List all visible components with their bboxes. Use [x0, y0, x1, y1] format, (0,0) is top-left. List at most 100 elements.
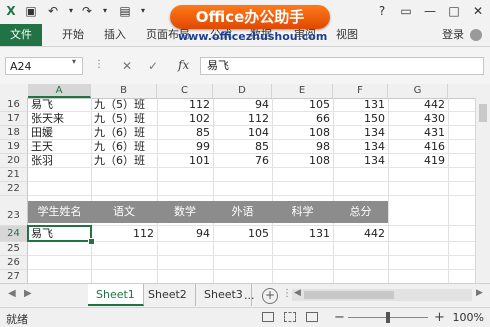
table-cell[interactable]: 张羽: [28, 154, 91, 168]
column-header-c[interactable]: C: [157, 84, 213, 98]
table-cell[interactable]: 田媛: [28, 126, 91, 140]
prev-sheet-icon[interactable]: ◀: [8, 288, 16, 299]
table-cell[interactable]: 134: [333, 126, 388, 140]
zoom-in-button[interactable]: +: [434, 310, 445, 325]
sheet-tab-sheet2[interactable]: Sheet2: [140, 284, 196, 306]
table-cell[interactable]: 131: [272, 227, 333, 241]
table-cell[interactable]: 108: [272, 126, 333, 140]
undo-icon[interactable]: ↶: [46, 4, 60, 18]
table-cell[interactable]: 94: [213, 98, 272, 112]
scroll-right-icon[interactable]: ▶: [476, 288, 483, 298]
spreadsheet-grid[interactable]: A B C D E F G 16 易飞 九（5）班 112 94 105 131…: [0, 84, 490, 283]
table-cell[interactable]: 99: [157, 140, 213, 154]
close-button[interactable]: ✕: [466, 0, 490, 24]
table-cell[interactable]: 112: [213, 112, 272, 126]
formula-input[interactable]: 易飞: [200, 57, 484, 75]
maximize-button[interactable]: □: [442, 0, 466, 24]
insert-function-icon[interactable]: fx: [178, 58, 189, 72]
cancel-icon[interactable]: ✕: [122, 59, 132, 73]
table-cell[interactable]: 108: [272, 154, 333, 168]
header-cell-math[interactable]: 数学: [157, 201, 213, 223]
table-cell[interactable]: 416: [388, 140, 448, 154]
help-button[interactable]: ?: [370, 0, 394, 24]
table-cell[interactable]: 94: [157, 227, 213, 241]
header-cell-total[interactable]: 总分: [333, 201, 388, 223]
row-header[interactable]: 19: [0, 140, 28, 154]
column-header-e[interactable]: E: [272, 84, 333, 98]
table-cell[interactable]: 101: [157, 154, 213, 168]
header-cell-name[interactable]: 学生姓名: [28, 201, 91, 223]
avatar[interactable]: [470, 29, 482, 41]
tab-home[interactable]: 开始: [62, 24, 84, 46]
table-cell[interactable]: 430: [388, 112, 448, 126]
row-header[interactable]: 17: [0, 112, 28, 126]
table-cell[interactable]: 九（5）班: [91, 98, 157, 112]
table-cell[interactable]: 134: [333, 154, 388, 168]
redo-icon[interactable]: ↷: [80, 4, 94, 18]
row-header[interactable]: 27: [0, 270, 28, 283]
row-header[interactable]: 16: [0, 98, 28, 112]
row-header[interactable]: 26: [0, 256, 28, 270]
more-sheets-button[interactable]: ...: [244, 289, 255, 302]
add-sheet-button[interactable]: +: [262, 288, 278, 304]
table-cell[interactable]: 112: [157, 98, 213, 112]
table-cell[interactable]: 易飞: [28, 98, 91, 112]
page-break-view-icon[interactable]: [306, 312, 318, 322]
vertical-scrollbar[interactable]: [475, 98, 490, 283]
column-header-b[interactable]: B: [91, 84, 157, 98]
table-cell[interactable]: 131: [333, 98, 388, 112]
table-cell[interactable]: 442: [333, 227, 388, 241]
select-all-corner[interactable]: [0, 84, 29, 98]
chevron-down-icon[interactable]: ▾: [72, 57, 76, 66]
scrollbar-thumb[interactable]: [304, 291, 394, 299]
table-cell[interactable]: 王天: [28, 140, 91, 154]
table-cell[interactable]: 134: [333, 140, 388, 154]
column-header-f[interactable]: F: [333, 84, 388, 98]
table-cell[interactable]: 98: [272, 140, 333, 154]
row-header[interactable]: 22: [0, 182, 28, 196]
table-cell[interactable]: 102: [157, 112, 213, 126]
row-header[interactable]: 18: [0, 126, 28, 140]
table-cell[interactable]: 105: [213, 227, 272, 241]
column-header-d[interactable]: D: [213, 84, 272, 98]
next-sheet-icon[interactable]: ▶: [24, 288, 32, 299]
tab-insert[interactable]: 插入: [104, 24, 126, 46]
table-cell[interactable]: 105: [272, 98, 333, 112]
table-cell[interactable]: 九（6）班: [91, 154, 157, 168]
redo-dropdown-icon[interactable]: ▾: [98, 4, 112, 18]
table-cell[interactable]: 104: [213, 126, 272, 140]
scroll-left-icon[interactable]: ◀: [294, 288, 301, 298]
table-cell[interactable]: 66: [272, 112, 333, 126]
header-cell-science[interactable]: 科学: [272, 201, 333, 223]
table-cell[interactable]: 九（6）班: [91, 140, 157, 154]
normal-view-icon[interactable]: [262, 312, 274, 322]
enter-icon[interactable]: ✓: [148, 59, 158, 73]
table-cell[interactable]: 85: [213, 140, 272, 154]
table-cell[interactable]: 431: [388, 126, 448, 140]
table-cell[interactable]: 85: [157, 126, 213, 140]
save-icon[interactable]: ▣: [24, 4, 38, 18]
table-cell[interactable]: 九（5）班: [91, 112, 157, 126]
table-cell[interactable]: 九（6）班: [91, 126, 157, 140]
column-header-a[interactable]: A: [28, 84, 91, 98]
row-header[interactable]: 20: [0, 154, 28, 168]
table-cell[interactable]: 76: [213, 154, 272, 168]
sheet-tab-sheet1[interactable]: Sheet1: [88, 284, 144, 306]
page-layout-view-icon[interactable]: [284, 312, 296, 322]
row-header[interactable]: 23: [0, 196, 28, 226]
table-cell[interactable]: 112: [91, 227, 157, 241]
table-cell[interactable]: 419: [388, 154, 448, 168]
row-header[interactable]: 21: [0, 168, 28, 182]
minimize-button[interactable]: —: [418, 0, 442, 24]
table-cell[interactable]: 442: [388, 98, 448, 112]
header-cell-english[interactable]: 外语: [213, 201, 272, 223]
login-link[interactable]: 登录: [442, 24, 464, 46]
table-cell[interactable]: 张天来: [28, 112, 91, 126]
table-cell[interactable]: 150: [333, 112, 388, 126]
zoom-level[interactable]: 100%: [453, 311, 484, 324]
zoom-slider-thumb[interactable]: [386, 312, 390, 323]
print-preview-icon[interactable]: ▤: [118, 4, 132, 18]
scrollbar-thumb[interactable]: [479, 104, 487, 122]
ribbon-display-button[interactable]: ▭: [394, 0, 418, 24]
column-header-g[interactable]: G: [388, 84, 448, 98]
